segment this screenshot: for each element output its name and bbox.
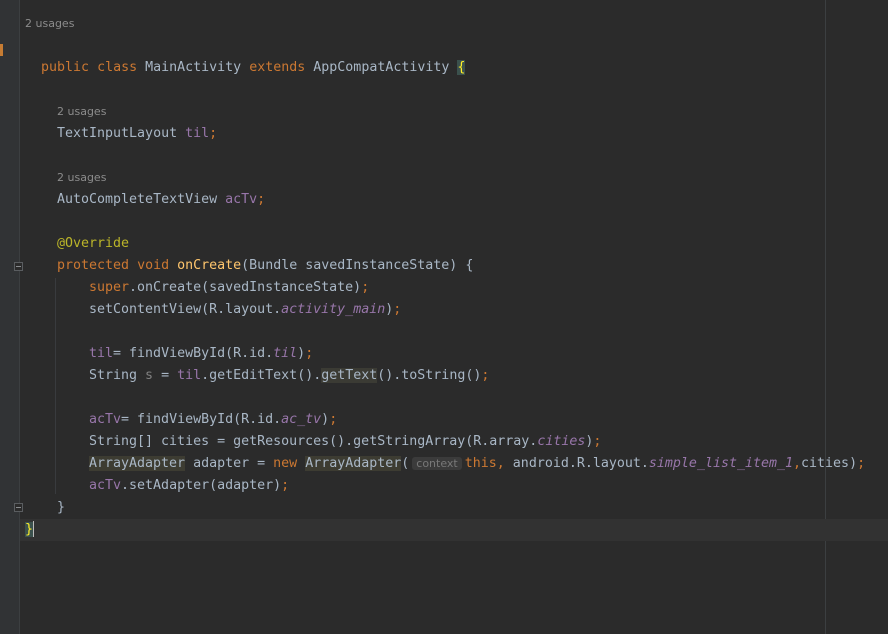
code-line-annotation[interactable]: @Override [57,233,129,255]
code-text: ().toString() [377,368,482,383]
code-text: adapter = [185,456,274,471]
code-text: ) [321,412,330,427]
code-line-set-content-view[interactable]: setContentView(R.layout.activity_main); [89,299,401,321]
code-text: String [89,368,146,383]
code-text: .onCreate(savedInstanceState) [129,280,362,295]
code-text: (Bundle savedInstanceState) { [241,258,474,273]
type-name: AutoCompleteTextView [57,192,218,207]
semicolon: ; [593,434,602,449]
code-line-cities-array[interactable]: String[] cities = getResources().getStri… [89,431,601,453]
annotation: @Override [57,236,130,251]
text-caret [33,521,35,537]
code-line-til-field[interactable]: TextInputLayout til; [57,123,217,145]
code-text: cities) [801,456,858,471]
code-text: ( [401,456,410,471]
code-line-class-close[interactable]: } [25,519,35,541]
semicolon: ; [305,346,314,361]
semicolon: ; [361,280,370,295]
warning-highlight[interactable]: ArrayAdapter [305,456,402,471]
code-line-actv-assign[interactable]: acTv= findViewById(R.id.ac_tv); [89,409,337,431]
code-text: .setAdapter(adapter) [121,478,282,493]
code-line-string-s[interactable]: String s = til.getEditText().getText().t… [89,365,489,387]
keyword: class [97,60,138,75]
field-name: til [89,346,114,361]
usages-hint[interactable]: 2 usages [57,167,106,189]
resource-id: ac_tv [281,412,322,427]
field-name: til [177,368,202,383]
keyword: super [89,280,130,295]
semicolon: ; [329,412,338,427]
keyword: new [273,456,298,471]
code-line-super-call[interactable]: super.onCreate(savedInstanceState); [89,277,369,299]
code-line-oncreate-decl[interactable]: protected void onCreate(Bundle savedInst… [57,255,473,277]
field-name: acTv [225,192,258,207]
usages-hint[interactable]: 2 usages [25,13,74,35]
usages-hint[interactable]: 2 usages [57,101,106,123]
comma: , [496,456,505,471]
semicolon: ; [857,456,866,471]
resource-id: simple_list_item_1 [648,456,794,471]
code-text: ) [297,346,306,361]
fold-toggle-icon[interactable] [14,503,23,512]
semicolon: ; [481,368,490,383]
class-name: MainActivity [145,60,242,75]
brace: { [457,60,466,75]
warning-highlight[interactable]: getText [321,368,378,383]
warning-highlight[interactable]: ArrayAdapter [89,456,186,471]
brace: } [57,500,66,515]
code-text: setContentView(R.layout. [89,302,282,317]
fold-toggle-icon[interactable] [14,262,23,271]
keyword: void [137,258,170,273]
indent-guide [55,278,56,494]
semicolon: ; [209,126,218,141]
semicolon: ; [257,192,266,207]
code-text: = findViewById(R.id. [113,346,274,361]
brace: } [25,522,34,537]
keyword: public [41,60,90,75]
code-line-adapter[interactable]: ArrayAdapter adapter = new ArrayAdapter(… [89,453,865,475]
type-name: TextInputLayout [57,126,178,141]
keyword: protected [57,258,130,273]
code-text: String[] cities = getResources().getStri… [89,434,538,449]
code-line-set-adapter[interactable]: acTv.setAdapter(adapter); [89,475,289,497]
method-name: onCreate [177,258,242,273]
change-marker [0,44,3,56]
resource-id: til [273,346,298,361]
code-text: android.R.layout. [504,456,649,471]
code-line-method-close[interactable]: } [57,497,65,519]
resource-id: cities [537,434,586,449]
code-line-til-assign[interactable]: til= findViewById(R.id.til); [89,343,313,365]
field-name: acTv [89,412,122,427]
semicolon: ; [393,302,402,317]
code-text: = findViewById(R.id. [121,412,282,427]
field-name: acTv [89,478,122,493]
comma: , [793,456,802,471]
code-text: .getEditText(). [201,368,322,383]
keyword: extends [249,60,306,75]
code-line-actv-field[interactable]: AutoCompleteTextView acTv; [57,189,265,211]
keyword: this [464,456,497,471]
code-text: = [153,368,178,383]
editor-gutter[interactable] [0,0,23,634]
parent-class: AppCompatActivity [313,60,450,75]
parameter-hint: context [412,457,462,470]
current-line-highlight [20,519,888,541]
semicolon: ; [281,478,290,493]
resource-id: activity_main [281,302,386,317]
unused-variable: s [145,368,154,383]
code-line-class-decl[interactable]: public class MainActivity extends AppCom… [25,35,466,75]
field-name: til [185,126,210,141]
